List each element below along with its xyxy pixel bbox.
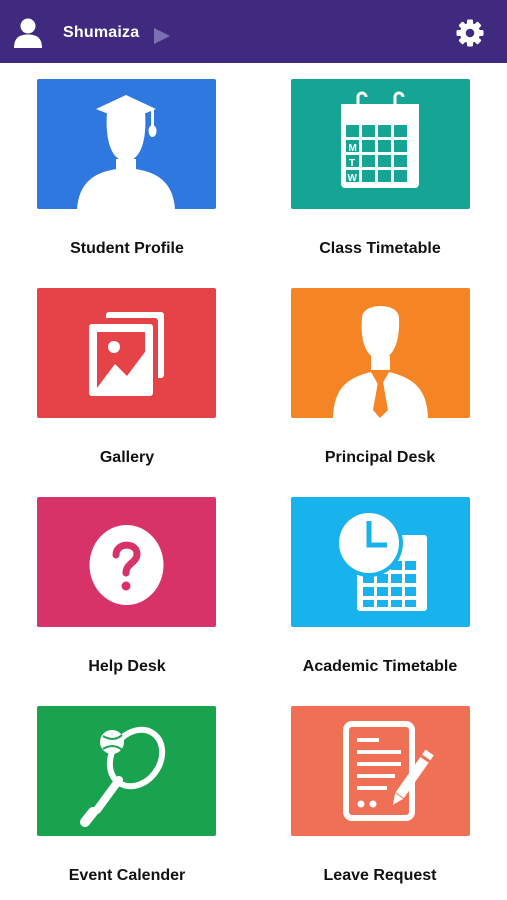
class-timetable-tile[interactable]: M T W — [291, 79, 470, 209]
event-calender-label[interactable]: Event Calender — [0, 867, 254, 885]
businessman-icon — [333, 306, 428, 418]
academic-timetable-label[interactable]: Academic Timetable — [253, 658, 507, 676]
document-pen-icon — [343, 721, 434, 821]
leave-request-tile[interactable] — [291, 706, 470, 836]
clock-calculator-icon — [335, 509, 427, 611]
top-bar: Shumaiza — [0, 0, 507, 63]
leave-request-label[interactable]: Leave Request — [253, 867, 507, 885]
user-icon[interactable] — [14, 18, 42, 48]
photos-icon — [89, 312, 164, 396]
gallery-label[interactable]: Gallery — [0, 449, 254, 467]
calendar-letter-w: W — [348, 173, 358, 184]
academic-timetable-tile[interactable] — [291, 497, 470, 627]
help-desk-label[interactable]: Help Desk — [0, 658, 254, 676]
calendar-icon: M T W — [341, 91, 419, 188]
help-desk-tile[interactable] — [37, 497, 216, 627]
principal-desk-tile[interactable] — [291, 288, 470, 418]
tennis-racket-icon — [80, 726, 166, 827]
event-calender-tile[interactable] — [37, 706, 216, 836]
student-profile-tile[interactable] — [37, 79, 216, 209]
username[interactable]: Shumaiza — [63, 24, 139, 42]
student-profile-label[interactable]: Student Profile — [0, 240, 254, 258]
class-timetable-label[interactable]: Class Timetable — [253, 240, 507, 258]
principal-desk-label[interactable]: Principal Desk — [253, 449, 507, 467]
gear-icon[interactable] — [455, 18, 485, 48]
graduate-icon — [77, 95, 175, 209]
gallery-tile[interactable] — [37, 288, 216, 418]
calendar-letter-t: T — [349, 158, 355, 169]
question-icon — [89, 525, 164, 605]
calendar-letter-m: M — [349, 143, 357, 154]
play-triangle-icon[interactable] — [153, 28, 171, 44]
